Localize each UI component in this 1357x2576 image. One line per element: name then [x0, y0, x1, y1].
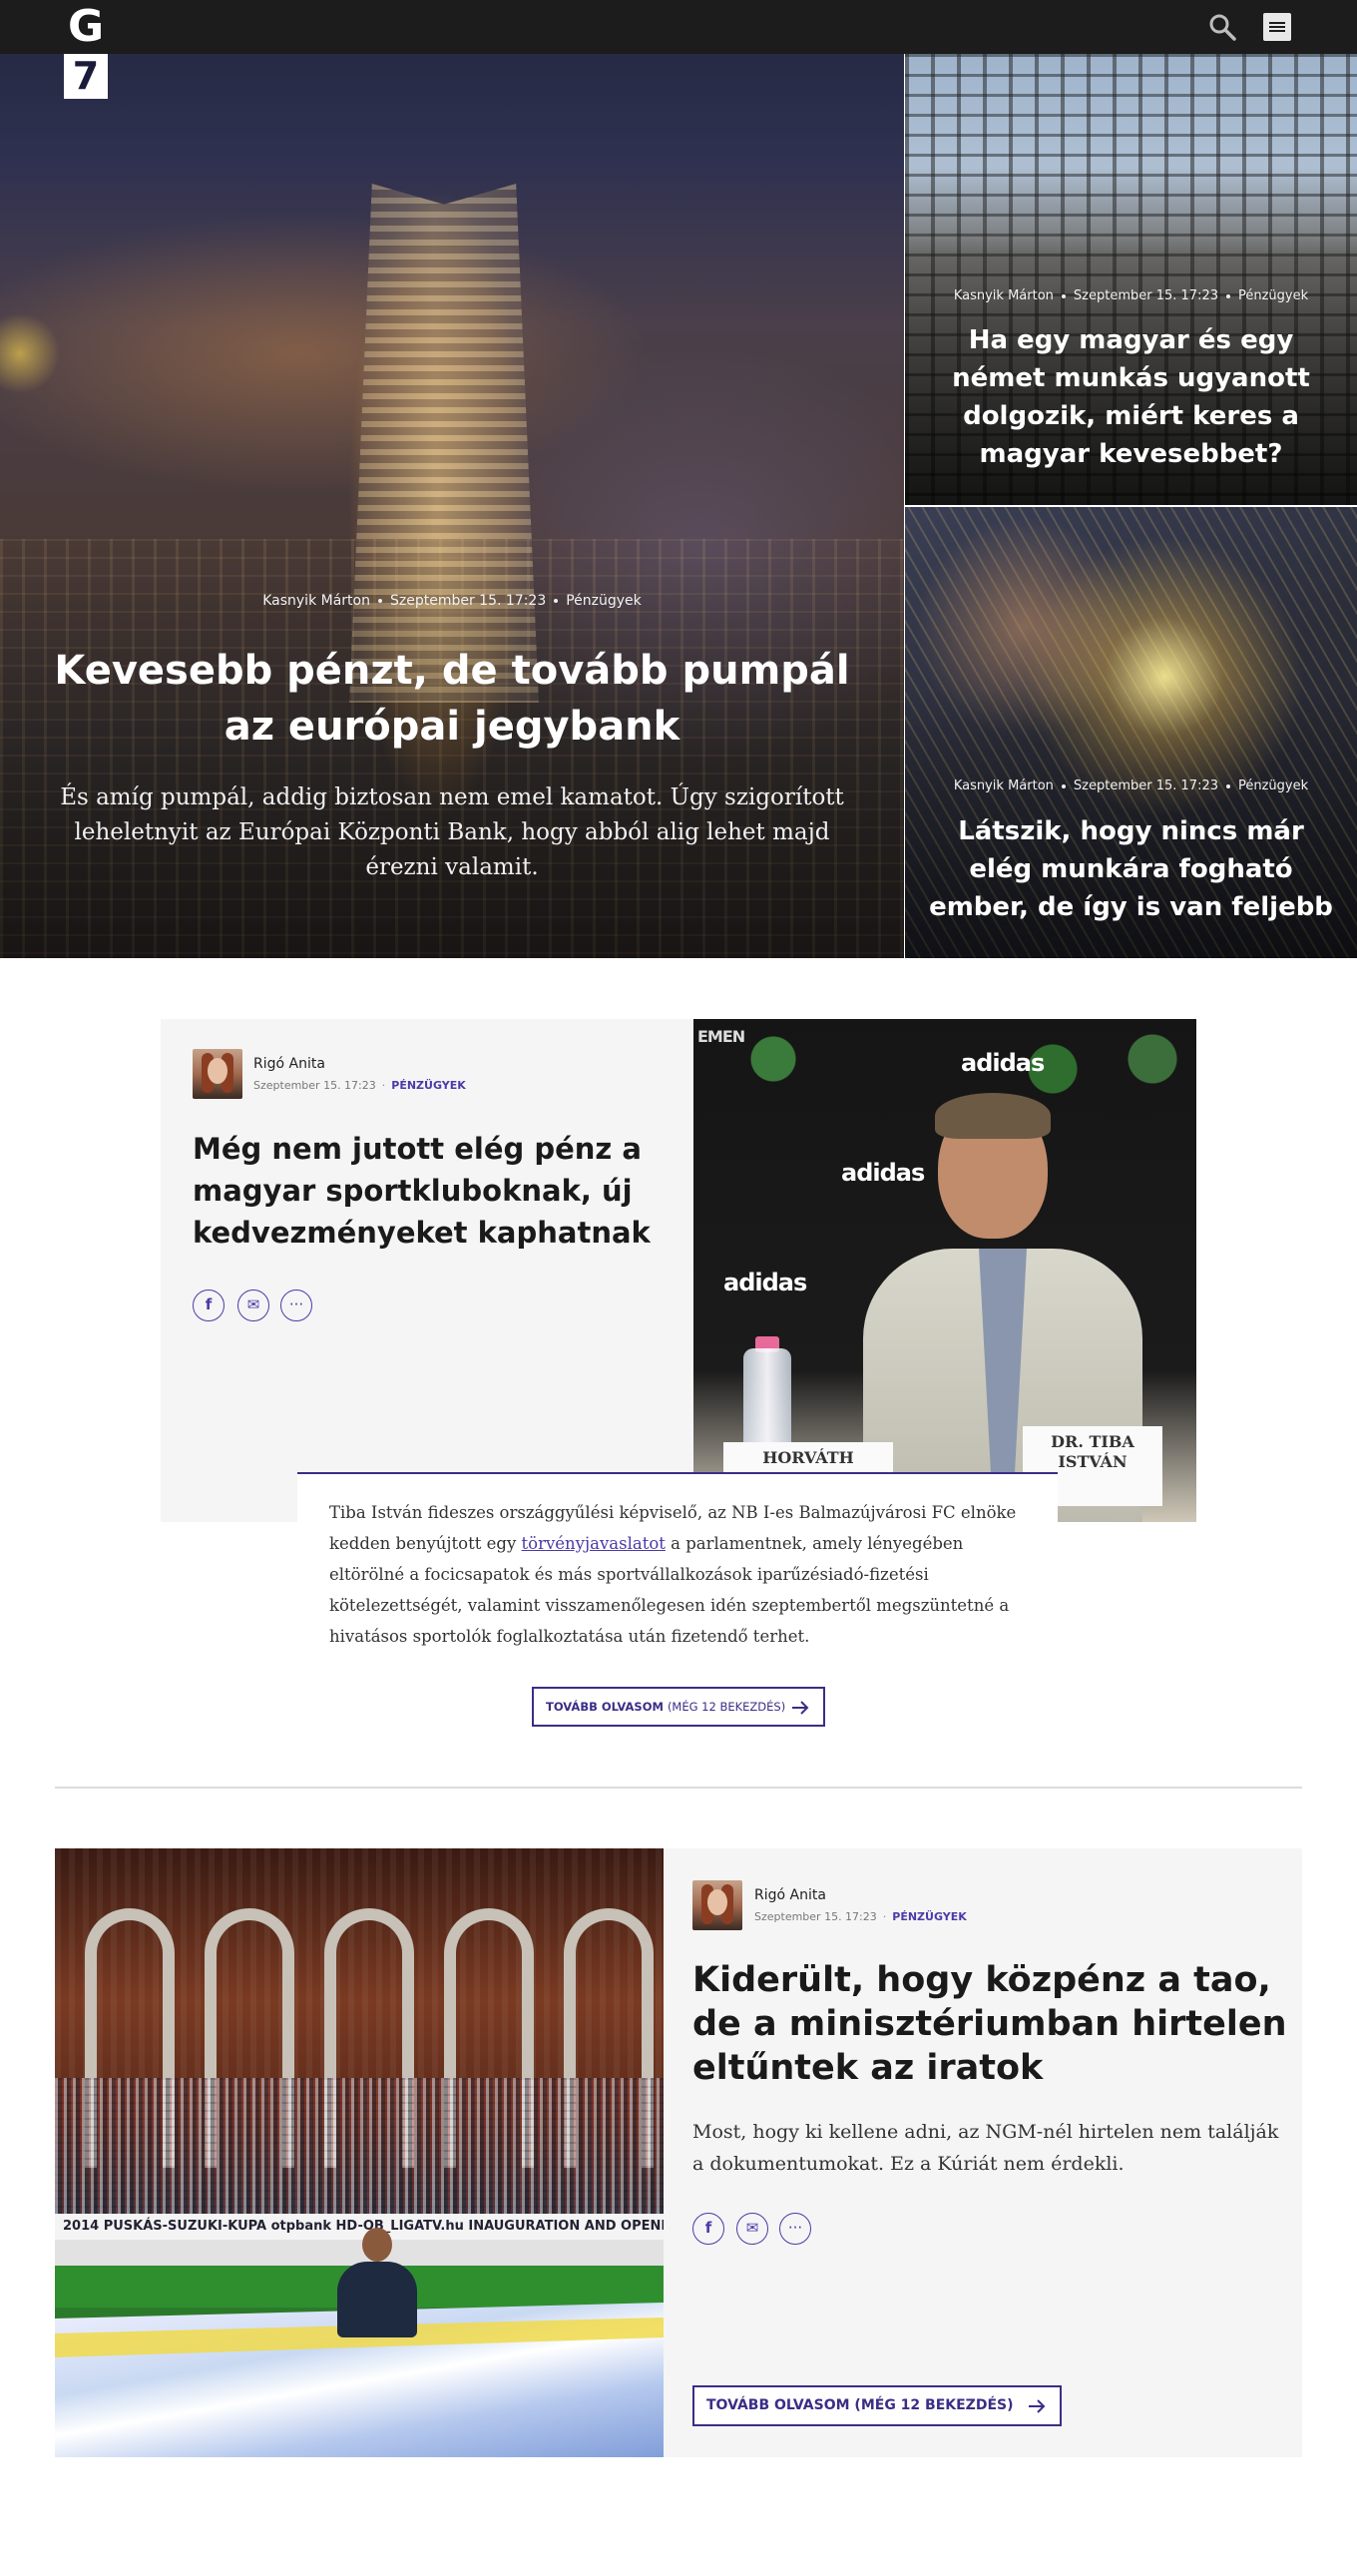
article2-lead: Most, hogy ki kellene adni, az NGM-nél h…	[692, 2121, 1279, 2175]
arrow-right-icon	[1029, 2399, 1046, 2413]
site-logo[interactable]: G	[64, 2, 108, 52]
email-icon: ✉	[745, 2219, 759, 2237]
hero-main-category[interactable]: Pénzügyek	[566, 593, 642, 609]
read-more-count: (MÉG 12 BEKEZDÉS)	[854, 2397, 1014, 2413]
article1-author[interactable]: Rigó Anita	[253, 1056, 325, 1072]
top-bar: G	[0, 0, 1357, 54]
more-icon: ···	[288, 1295, 304, 1313]
article1-read-more-button[interactable]: TOVÁBB OLVASOM (MÉG 12 BEKEZDÉS)	[532, 1687, 825, 1727]
site-logo-number[interactable]: 7	[64, 54, 108, 99]
read-more-label: TOVÁBB OLVASOM	[546, 1700, 664, 1714]
article2-category[interactable]: PÉNZÜGYEK	[892, 1910, 966, 1923]
hero-side2-author[interactable]: Kasnyik Márton	[954, 778, 1054, 793]
author-avatar[interactable]	[193, 1049, 242, 1099]
article1-excerpt-link[interactable]: törvényjavaslatot	[522, 1534, 666, 1553]
photo-logo-1: adidas	[961, 1049, 1045, 1077]
menu-button[interactable]	[1263, 13, 1291, 41]
hero-side1-title[interactable]: Ha egy magyar és egy német munkás ugyano…	[925, 321, 1337, 473]
hero-main-title[interactable]: Kevesebb pénzt, de tovább pumpál az euró…	[50, 643, 854, 755]
photo-logo-3: adidas	[723, 1269, 807, 1296]
share-facebook-button[interactable]: f	[193, 1289, 225, 1321]
article1-title[interactable]: Még nem jutott elég pénz a magyar sportk…	[193, 1128, 662, 1254]
hero-side2-category[interactable]: Pénzügyek	[1238, 778, 1308, 793]
facebook-icon: f	[205, 1295, 213, 1313]
article1-meta: Szeptember 15. 17:23 · PÉNZÜGYEK	[253, 1079, 466, 1092]
article2-date: Szeptember 15. 17:23	[754, 1910, 877, 1923]
article1-photo[interactable]: EMEN adidas adidas adidas HORVÁTH DR. TI…	[693, 1019, 1196, 1522]
more-icon: ···	[787, 2219, 803, 2237]
article1-date: Szeptember 15. 17:23	[253, 1079, 376, 1092]
share-more-button[interactable]: ···	[779, 2213, 811, 2245]
hero-side-article-1[interactable]: Kasnyik Márton Szeptember 15. 17:23 Pénzüg…	[905, 54, 1357, 505]
hero-side1-meta: Kasnyik Márton Szeptember 15. 17:23 Pénzüg…	[905, 288, 1357, 303]
hero-main-lead: És amíg pumpál, addig biztosan nem emel …	[60, 784, 844, 880]
hero-main-meta: Kasnyik Márton Szeptember 15. 17:23 Pénzüg…	[0, 593, 904, 609]
email-icon: ✉	[246, 1295, 260, 1313]
article2-title[interactable]: Kiderült, hogy közpénz a tao, de a minis…	[692, 1958, 1291, 2090]
search-button[interactable]	[1207, 12, 1237, 42]
hero-side-article-2[interactable]: Kasnyik Márton Szeptember 15. 17:23 Pénzüg…	[905, 507, 1357, 958]
author-avatar[interactable]	[692, 1880, 742, 1930]
hero-section: Kasnyik Márton Szeptember 15. 17:23 Pénzüg…	[0, 54, 1357, 958]
share-facebook-button[interactable]: f	[692, 2213, 724, 2245]
photo-sponsor-text: EMEN	[697, 1027, 745, 1046]
hero-main-date: Szeptember 15. 17:23	[389, 593, 547, 609]
article1-category[interactable]: PÉNZÜGYEK	[391, 1079, 465, 1092]
article2-meta: Szeptember 15. 17:23 · PÉNZÜGYEK	[754, 1910, 967, 1923]
read-more-label: TOVÁBB OLVASOM	[706, 2397, 850, 2413]
article2-read-more-button[interactable]: TOVÁBB OLVASOM (MÉG 12 BEKEZDÉS)	[692, 2385, 1062, 2426]
article2-author[interactable]: Rigó Anita	[754, 1887, 826, 1903]
hero-main-author[interactable]: Kasnyik Márton	[262, 593, 370, 609]
share-email-button[interactable]: ✉	[736, 2213, 768, 2245]
arrow-right-icon	[792, 1701, 809, 1715]
hero-main-article[interactable]: Kasnyik Márton Szeptember 15. 17:23 Pénzüg…	[0, 54, 904, 958]
facebook-icon: f	[704, 2219, 712, 2237]
photo-person	[337, 2228, 417, 2337]
menu-icon	[1269, 22, 1285, 24]
search-icon	[1209, 14, 1236, 41]
hero-side1-author[interactable]: Kasnyik Márton	[954, 288, 1054, 303]
hero-side1-category[interactable]: Pénzügyek	[1238, 288, 1308, 303]
article1-excerpt: Tiba István fideszes országgyűlési képvi…	[329, 1503, 1017, 1646]
hero-side2-title[interactable]: Látszik, hogy nincs már elég munkára fog…	[925, 812, 1337, 926]
share-more-button[interactable]: ···	[280, 1289, 312, 1321]
section-divider	[55, 1787, 1302, 1789]
share-email-button[interactable]: ✉	[237, 1289, 269, 1321]
read-more-count: (MÉG 12 BEKEZDÉS)	[667, 1700, 786, 1714]
hero-side1-date: Szeptember 15. 17:23	[1073, 288, 1218, 303]
article2-photo[interactable]: 2014 PUSKÁS-SUZUKI-KUPA otpbank HD-OB_LI…	[55, 1848, 664, 2457]
hero-side2-date: Szeptember 15. 17:23	[1073, 778, 1218, 793]
hero-side2-meta: Kasnyik Márton Szeptember 15. 17:23 Pénzüg…	[905, 778, 1357, 793]
